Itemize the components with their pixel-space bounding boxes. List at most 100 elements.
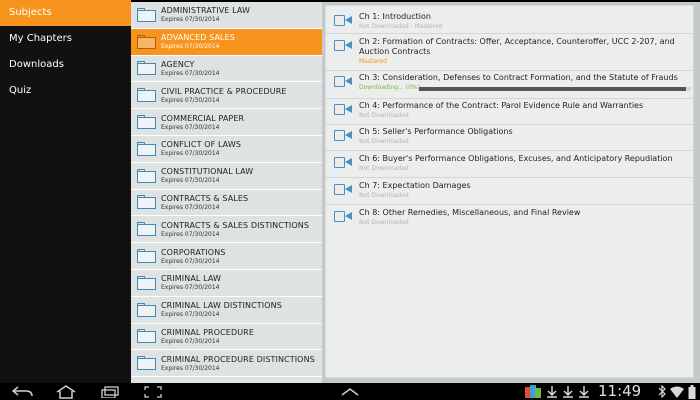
chapter-status: Not Downloaded bbox=[359, 219, 409, 226]
chapter-title: Ch 3: Consideration, Defenses to Contrac… bbox=[359, 73, 678, 82]
folder-icon bbox=[137, 7, 156, 22]
chapter-status: Not Downloaded - Mastered bbox=[359, 23, 443, 30]
subject-item-selected[interactable]: ADVANCED SALES Expires 07/30/2014 bbox=[131, 28, 322, 56]
folder-icon bbox=[137, 141, 156, 156]
subject-name: CRIMINAL LAW DISTINCTIONS bbox=[161, 301, 282, 311]
notification-icon bbox=[525, 385, 541, 398]
chapter-item[interactable]: Ch 1: Introduction Not Downloaded - Maste… bbox=[326, 12, 693, 30]
subject-expiry: Expires 07/30/2014 bbox=[161, 69, 220, 77]
subject-expiry: Expires 07/30/2014 bbox=[161, 123, 220, 131]
wifi-icon bbox=[670, 386, 684, 398]
chapter-title: Ch 5: Seller's Performance Obligations bbox=[359, 127, 513, 136]
chapter-item[interactable]: Ch 4: Performance of the Contract: Parol… bbox=[326, 101, 693, 119]
chapter-item[interactable]: Ch 6: Buyer's Performance Obligations, E… bbox=[326, 154, 693, 172]
subject-name: CONFLICT OF LAWS bbox=[161, 140, 242, 150]
subject-name: CONSTITUTIONAL LAW bbox=[161, 167, 254, 177]
chapter-item[interactable]: Ch 5: Seller's Performance Obligations No… bbox=[326, 127, 693, 145]
subjects-list: ADMINISTRATIVE LAW Expires 07/30/2014 ADV… bbox=[131, 2, 322, 383]
battery-icon bbox=[688, 385, 696, 399]
chapters-list: Ch 1: Introduction Not Downloaded - Maste… bbox=[325, 5, 694, 378]
chapter-status: Not Downloaded bbox=[359, 165, 409, 172]
subject-item[interactable]: CONTRACTS & SALES Expires 07/30/2014 bbox=[131, 190, 322, 217]
subject-expiry: Expires 07/30/2014 bbox=[161, 257, 220, 265]
up-chevron-icon[interactable] bbox=[341, 388, 359, 396]
chapter-item[interactable]: Ch 7: Expectation Damages Not Downloaded bbox=[326, 181, 693, 199]
folder-icon bbox=[137, 302, 156, 317]
subject-item[interactable]: ADMINISTRATIVE LAW Expires 07/30/2014 bbox=[131, 2, 322, 29]
video-icon bbox=[334, 15, 352, 26]
subject-item[interactable]: CRIMINAL LAW DISTINCTIONS Expires 07/30/2… bbox=[131, 297, 322, 324]
download-icon bbox=[547, 386, 557, 398]
video-icon bbox=[334, 76, 352, 87]
subject-name: ADVANCED SALES bbox=[161, 33, 235, 43]
download-icon bbox=[563, 386, 573, 398]
chapter-title: Ch 1: Introduction bbox=[359, 12, 431, 21]
chapters-panel: Ch 1: Introduction Not Downloaded - Maste… bbox=[322, 2, 700, 383]
subject-expiry: Expires 07/30/2014 bbox=[161, 337, 220, 345]
chapter-item[interactable]: Ch 8: Other Remedies, Miscellaneous, and… bbox=[326, 208, 693, 226]
subject-item[interactable]: CRIMINAL PROCEDURE DISTINCTIONS Expires 0… bbox=[131, 350, 322, 378]
chapter-status: Not Downloaded bbox=[359, 138, 409, 145]
subject-name: CRIMINAL PROCEDURE bbox=[161, 327, 254, 337]
clock: 11:49 bbox=[598, 382, 642, 400]
subject-expiry: Expires 07/30/2014 bbox=[161, 203, 220, 211]
subject-item[interactable]: CRIMINAL LAW Expires 07/30/2014 bbox=[131, 270, 322, 297]
video-icon bbox=[334, 130, 352, 141]
subject-expiry: Expires 07/30/2014 bbox=[161, 43, 220, 51]
folder-icon bbox=[137, 88, 156, 103]
folder-icon bbox=[137, 34, 156, 49]
subject-expiry: Expires 07/30/2014 bbox=[161, 16, 220, 24]
recent-apps-icon[interactable] bbox=[100, 386, 120, 398]
left-nav: Subjects My Chapters Downloads Quiz bbox=[0, 0, 131, 383]
subject-item[interactable]: CONFLICT OF LAWS Expires 07/30/2014 bbox=[131, 136, 322, 163]
home-icon[interactable] bbox=[55, 385, 77, 399]
subject-item[interactable]: CIVIL PRACTICE & PROCEDURE Expires 07/30/… bbox=[131, 82, 322, 110]
subject-name: CORPORATIONS bbox=[161, 247, 226, 257]
nav-item-subjects[interactable]: Subjects bbox=[0, 0, 131, 26]
subject-expiry: Expires 07/30/2014 bbox=[161, 96, 220, 104]
chapter-title: Ch 6: Buyer's Performance Obligations, E… bbox=[359, 154, 673, 163]
subject-expiry: Expires 07/30/2014 bbox=[161, 150, 220, 158]
bluetooth-icon bbox=[658, 385, 666, 398]
folder-icon bbox=[137, 329, 156, 344]
chapter-item[interactable]: Ch 2: Formation of Contracts: Offer, Acc… bbox=[326, 37, 693, 65]
screenshot-icon[interactable] bbox=[144, 386, 162, 398]
folder-icon bbox=[137, 222, 156, 237]
subject-name: CONTRACTS & SALES DISTINCTIONS bbox=[161, 220, 310, 230]
folder-icon bbox=[137, 115, 156, 130]
folder-icon bbox=[137, 249, 156, 264]
nav-item-downloads[interactable]: Downloads bbox=[0, 52, 131, 78]
subject-item[interactable]: CONSTITUTIONAL LAW Expires 07/30/2014 bbox=[131, 163, 322, 190]
download-icon bbox=[579, 386, 589, 398]
subject-expiry: Expires 07/30/2014 bbox=[161, 230, 220, 238]
chapter-title-line2: Auction Contracts bbox=[359, 47, 431, 56]
video-icon bbox=[334, 157, 352, 168]
subject-item[interactable]: AGENCY Expires 07/30/2014 bbox=[131, 56, 322, 83]
subject-expiry: Expires 07/30/2014 bbox=[161, 177, 220, 185]
subject-item[interactable]: CRIMINAL PROCEDURE Expires 07/30/2014 bbox=[131, 324, 322, 351]
folder-icon bbox=[137, 195, 156, 210]
subject-name: CRIMINAL LAW bbox=[161, 274, 222, 284]
system-bar: 11:49 bbox=[0, 383, 700, 400]
subject-name: CONTRACTS & SALES bbox=[161, 193, 249, 203]
chapter-title: Ch 4: Performance of the Contract: Parol… bbox=[359, 101, 644, 110]
subject-expiry: Expires 07/30/2014 bbox=[161, 311, 220, 319]
subject-item[interactable]: CORPORATIONS Expires 07/30/2014 bbox=[131, 243, 322, 270]
subject-expiry: Expires 07/30/2014 bbox=[161, 284, 220, 292]
video-icon bbox=[334, 104, 352, 115]
subject-name: CIVIL PRACTICE & PROCEDURE bbox=[161, 86, 287, 96]
video-icon bbox=[334, 211, 352, 222]
nav-item-quiz[interactable]: Quiz bbox=[0, 78, 131, 104]
back-icon[interactable] bbox=[12, 386, 34, 398]
chapter-status: Mastered bbox=[359, 58, 387, 65]
chapter-title: Ch 8: Other Remedies, Miscellaneous, and… bbox=[359, 208, 581, 217]
nav-item-my-chapters[interactable]: My Chapters bbox=[0, 26, 131, 52]
subject-name: CRIMINAL PROCEDURE DISTINCTIONS bbox=[161, 354, 315, 364]
video-icon bbox=[334, 184, 352, 195]
subject-item[interactable]: CONTRACTS & SALES DISTINCTIONS Expires 07… bbox=[131, 216, 322, 244]
subject-item[interactable]: COMMERCIAL PAPER Expires 07/30/2014 bbox=[131, 109, 322, 136]
subject-expiry: Expires 07/30/2014 bbox=[161, 364, 220, 372]
chapter-title: Ch 7: Expectation Damages bbox=[359, 181, 471, 190]
folder-icon bbox=[137, 168, 156, 183]
subject-name: AGENCY bbox=[161, 59, 195, 69]
